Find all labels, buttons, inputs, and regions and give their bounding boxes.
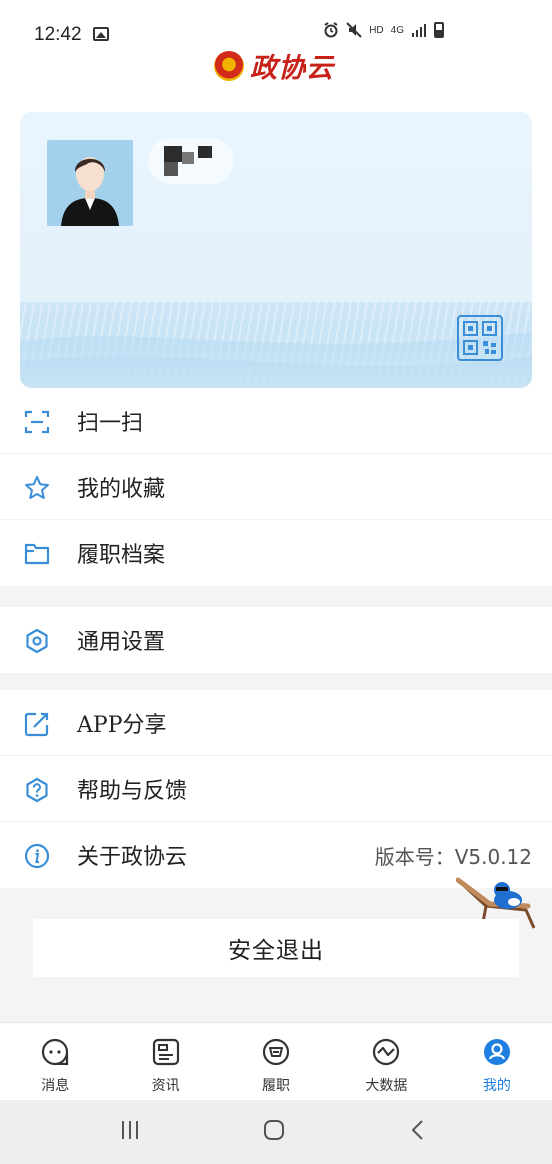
tab-label: 我的 <box>482 1078 511 1094</box>
bottom-tab-bar: 消息 资讯 履职 大数据 我的 <box>0 1022 552 1100</box>
profile-card[interactable] <box>20 112 532 388</box>
name-redaction <box>198 146 212 158</box>
profile-icon <box>483 1039 510 1065</box>
menu-group-3: APP分享 帮助与反馈 关于政协云 版本号：V5.0.12 <box>0 690 552 888</box>
signal-icon <box>412 24 426 37</box>
qr-code-button[interactable] <box>457 315 503 361</box>
menu-label: 通用设置 <box>77 630 166 655</box>
hd-indicator: HD <box>369 24 384 36</box>
menu-item-settings[interactable]: 通用设置 <box>0 607 552 673</box>
data-icon <box>373 1038 400 1066</box>
tab-label: 大数据 <box>365 1078 408 1094</box>
status-time: 12:42 <box>34 24 82 45</box>
duty-icon <box>262 1038 290 1066</box>
battery-icon <box>434 22 444 38</box>
menu-label: APP分享 <box>77 712 167 738</box>
network-4g-indicator: 4G <box>390 24 404 36</box>
menu-group-2: 通用设置 <box>0 607 552 673</box>
tab-label: 消息 <box>41 1078 70 1094</box>
alarm-icon <box>324 22 338 38</box>
tab-label: 资讯 <box>151 1078 180 1094</box>
menu-label: 帮助与反馈 <box>77 778 188 804</box>
share-icon <box>24 712 49 737</box>
qr-code-icon <box>463 321 497 355</box>
tab-messages[interactable]: 消息 <box>0 1023 110 1100</box>
user-name <box>148 138 234 184</box>
version-number: 版本号：V5.0.12 <box>374 844 532 869</box>
system-navigation-bar <box>0 1100 552 1164</box>
name-redaction <box>164 146 182 162</box>
scan-icon <box>24 410 50 434</box>
help-icon <box>26 777 48 803</box>
menu-item-help-feedback[interactable]: 帮助与反馈 <box>0 756 552 822</box>
back-icon[interactable] <box>406 1118 430 1142</box>
logo-text: 政协云 <box>250 53 334 84</box>
tab-duty[interactable]: 履职 <box>221 1023 331 1100</box>
menu-item-favorites[interactable]: 我的收藏 <box>0 454 552 520</box>
star-icon <box>25 476 49 499</box>
menu-group-1: 扫一扫 我的收藏 履职档案 <box>0 388 552 586</box>
menu-label: 关于政协云 <box>77 845 188 870</box>
status-icons: HD 4G <box>323 22 444 38</box>
settings-icon <box>26 628 48 654</box>
info-icon <box>24 843 50 869</box>
app-logo: 政协云 <box>214 46 334 85</box>
avatar[interactable] <box>47 140 133 226</box>
name-redaction <box>164 162 178 176</box>
image-notification-icon <box>93 27 109 41</box>
tab-big-data[interactable]: 大数据 <box>331 1023 441 1100</box>
menu-label: 履职档案 <box>77 543 166 568</box>
menu-item-scan[interactable]: 扫一扫 <box>0 388 552 454</box>
logout-button[interactable]: 安全退出 <box>33 919 519 977</box>
emblem-icon <box>214 50 244 81</box>
folder-icon <box>24 543 50 565</box>
mute-icon <box>346 22 362 38</box>
message-icon <box>42 1038 69 1066</box>
news-icon <box>152 1038 179 1066</box>
tab-label: 履职 <box>262 1078 291 1094</box>
menu-item-duty-archive[interactable]: 履职档案 <box>0 520 552 586</box>
name-redaction <box>182 152 194 164</box>
tab-news[interactable]: 资讯 <box>110 1023 220 1100</box>
menu-label: 我的收藏 <box>77 476 166 502</box>
menu-item-share[interactable]: APP分享 <box>0 690 552 756</box>
home-icon[interactable] <box>262 1118 286 1142</box>
menu-label: 扫一扫 <box>77 410 144 436</box>
avatar-person-icon <box>47 140 133 226</box>
tab-profile[interactable]: 我的 <box>442 1023 552 1100</box>
recent-apps-icon[interactable] <box>118 1118 142 1142</box>
card-decoration <box>20 282 532 388</box>
